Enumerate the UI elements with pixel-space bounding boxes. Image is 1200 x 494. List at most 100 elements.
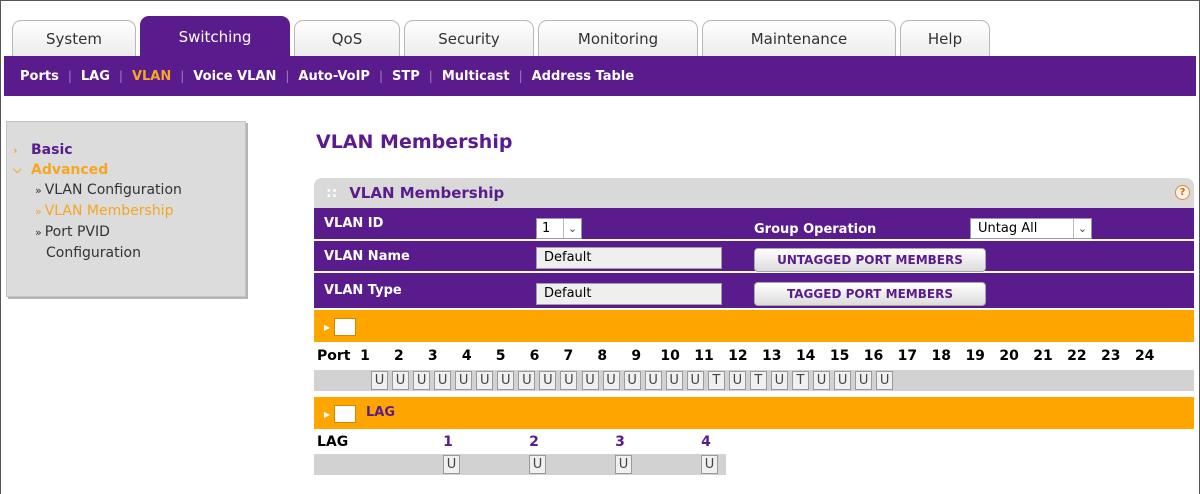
ports-section-bar: ▶ bbox=[314, 310, 1194, 342]
leftnav-item-label-cont: Configuration bbox=[46, 245, 141, 261]
port-number: 4 bbox=[461, 348, 472, 364]
expander-box bbox=[334, 405, 356, 423]
subnav-address-table[interactable]: Address Table bbox=[532, 69, 634, 84]
port-membership-cell[interactable]: U bbox=[770, 371, 788, 390]
port-membership-cell[interactable]: T bbox=[749, 371, 767, 390]
tab-monitoring[interactable]: Monitoring bbox=[538, 20, 698, 56]
leftnav-item-vlan-membership[interactable]: » VLAN Membership bbox=[13, 201, 245, 222]
port-header-label: Port bbox=[317, 348, 351, 364]
group-operation-label: Group Operation bbox=[754, 222, 877, 237]
lag-section-bar: ▶ LAG bbox=[314, 397, 1194, 429]
lag-number: 1 bbox=[443, 434, 453, 450]
lag-membership-cell[interactable]: U bbox=[529, 455, 546, 474]
leftnav-advanced[interactable]: ⌵ Advanced bbox=[13, 160, 245, 180]
port-number: 3 bbox=[427, 348, 438, 364]
port-membership-cell[interactable]: U bbox=[602, 371, 620, 390]
port-number: 5 bbox=[495, 348, 506, 364]
lag-state-strip bbox=[314, 454, 726, 475]
port-membership-cell[interactable]: U bbox=[371, 371, 388, 390]
group-operation-select[interactable]: Untag All ⌄ bbox=[970, 218, 1092, 239]
vlan-id-label: VLAN ID bbox=[324, 216, 384, 231]
vlan-type-label: VLAN Type bbox=[324, 283, 402, 298]
port-number: 17 bbox=[897, 348, 918, 364]
port-membership-cell[interactable]: U bbox=[434, 371, 452, 390]
port-number: 22 bbox=[1067, 348, 1087, 364]
main-tabs: System Switching QoS Security Monitoring… bbox=[12, 16, 994, 56]
port-membership-cell[interactable]: U bbox=[539, 371, 557, 390]
untagged-port-members-button[interactable]: UNTAGGED PORT MEMBERS bbox=[754, 248, 986, 272]
port-number: 20 bbox=[999, 348, 1019, 364]
port-membership-cell[interactable]: U bbox=[855, 371, 873, 390]
subnav-separator: | bbox=[118, 69, 123, 83]
port-number: 7 bbox=[563, 348, 574, 364]
port-number: 2 bbox=[394, 348, 404, 364]
subnav-lag[interactable]: LAG bbox=[81, 69, 110, 84]
port-membership-cell[interactable]: U bbox=[623, 371, 641, 390]
port-number: 13 bbox=[762, 348, 782, 364]
port-membership-cell[interactable]: U bbox=[728, 371, 746, 390]
vlan-id-select[interactable]: 1 ⌄ bbox=[536, 218, 582, 239]
subnav-auto-voip[interactable]: Auto-VoIP bbox=[298, 69, 370, 84]
lag-membership-cell[interactable]: U bbox=[615, 455, 632, 474]
port-membership-cell[interactable]: U bbox=[665, 371, 683, 390]
port-membership-cell[interactable]: U bbox=[644, 371, 662, 390]
vlan-type-field[interactable]: Default bbox=[536, 283, 722, 305]
port-number: 16 bbox=[863, 348, 884, 364]
vlan-name-field[interactable]: Default bbox=[536, 247, 722, 269]
port-number: 12 bbox=[728, 348, 748, 364]
bullet-icon: » bbox=[35, 184, 42, 197]
leftnav-item-label: VLAN Membership bbox=[44, 203, 174, 219]
tab-system[interactable]: System bbox=[12, 20, 136, 56]
tab-maintenance[interactable]: Maintenance bbox=[702, 20, 896, 56]
tab-switching[interactable]: Switching bbox=[140, 16, 290, 56]
port-membership-cell[interactable]: T bbox=[707, 371, 725, 390]
lag-expander[interactable]: ▶ bbox=[320, 405, 358, 423]
port-number: 1 bbox=[360, 348, 370, 364]
help-icon[interactable]: ? bbox=[1175, 185, 1190, 200]
page-title: VLAN Membership bbox=[316, 131, 513, 153]
subnav-separator: | bbox=[285, 69, 290, 83]
port-membership-cell[interactable]: U bbox=[560, 371, 578, 390]
tagged-port-members-button[interactable]: TAGGED PORT MEMBERS bbox=[754, 282, 986, 306]
lag-membership-cell[interactable]: U bbox=[443, 455, 460, 474]
tab-security[interactable]: Security bbox=[404, 20, 534, 56]
subnav-ports[interactable]: Ports bbox=[20, 69, 59, 84]
ports-expander[interactable]: ▶ bbox=[320, 318, 358, 336]
port-membership-cell[interactable]: U bbox=[476, 371, 494, 390]
caret-right-icon: ▶ bbox=[323, 322, 331, 332]
lag-number: 3 bbox=[615, 434, 625, 450]
subnav-separator: | bbox=[518, 69, 523, 83]
port-membership-cell[interactable]: U bbox=[834, 371, 852, 390]
port-number: 9 bbox=[631, 348, 642, 364]
panel-title: VLAN Membership bbox=[349, 184, 505, 202]
port-membership-cell[interactable]: U bbox=[813, 371, 831, 390]
chevron-right-icon: › bbox=[13, 143, 18, 157]
lag-membership-cell[interactable]: U bbox=[701, 455, 718, 474]
tab-qos[interactable]: QoS bbox=[294, 20, 400, 56]
port-membership-cell[interactable]: U bbox=[686, 371, 704, 390]
port-membership-cell[interactable]: U bbox=[455, 371, 473, 390]
port-membership-cell[interactable]: T bbox=[792, 371, 809, 390]
lag-number: 4 bbox=[701, 434, 711, 450]
tab-help[interactable]: Help bbox=[900, 20, 990, 56]
port-membership-cell[interactable]: U bbox=[876, 371, 894, 390]
port-number: 6 bbox=[529, 348, 540, 364]
leftnav-item-label: Port PVID bbox=[44, 224, 110, 240]
leftnav-item-port-pvid-configuration[interactable]: » Port PVID Configuration bbox=[13, 222, 245, 264]
port-membership-cell[interactable]: U bbox=[413, 371, 431, 390]
chevron-down-icon: ⌵ bbox=[13, 163, 22, 176]
port-membership-cell[interactable]: U bbox=[581, 371, 599, 390]
leftnav-item-vlan-configuration[interactable]: » VLAN Configuration bbox=[13, 180, 245, 201]
subnav-stp[interactable]: STP bbox=[392, 69, 420, 84]
vlan-id-value: 1 bbox=[542, 221, 551, 236]
leftnav-basic[interactable]: › Basic bbox=[13, 140, 245, 160]
leftnav-item-label: VLAN Configuration bbox=[44, 182, 182, 198]
subnav-voice-vlan[interactable]: Voice VLAN bbox=[193, 69, 276, 84]
port-membership-cell[interactable]: U bbox=[518, 371, 536, 390]
port-membership-cell[interactable]: U bbox=[497, 371, 515, 390]
subnav-vlan[interactable]: VLAN bbox=[132, 69, 171, 84]
port-membership-cell[interactable]: U bbox=[392, 371, 410, 390]
subnav-multicast[interactable]: Multicast bbox=[442, 69, 510, 84]
group-operation-value: Untag All bbox=[978, 221, 1038, 236]
port-number: 14 bbox=[795, 348, 816, 364]
